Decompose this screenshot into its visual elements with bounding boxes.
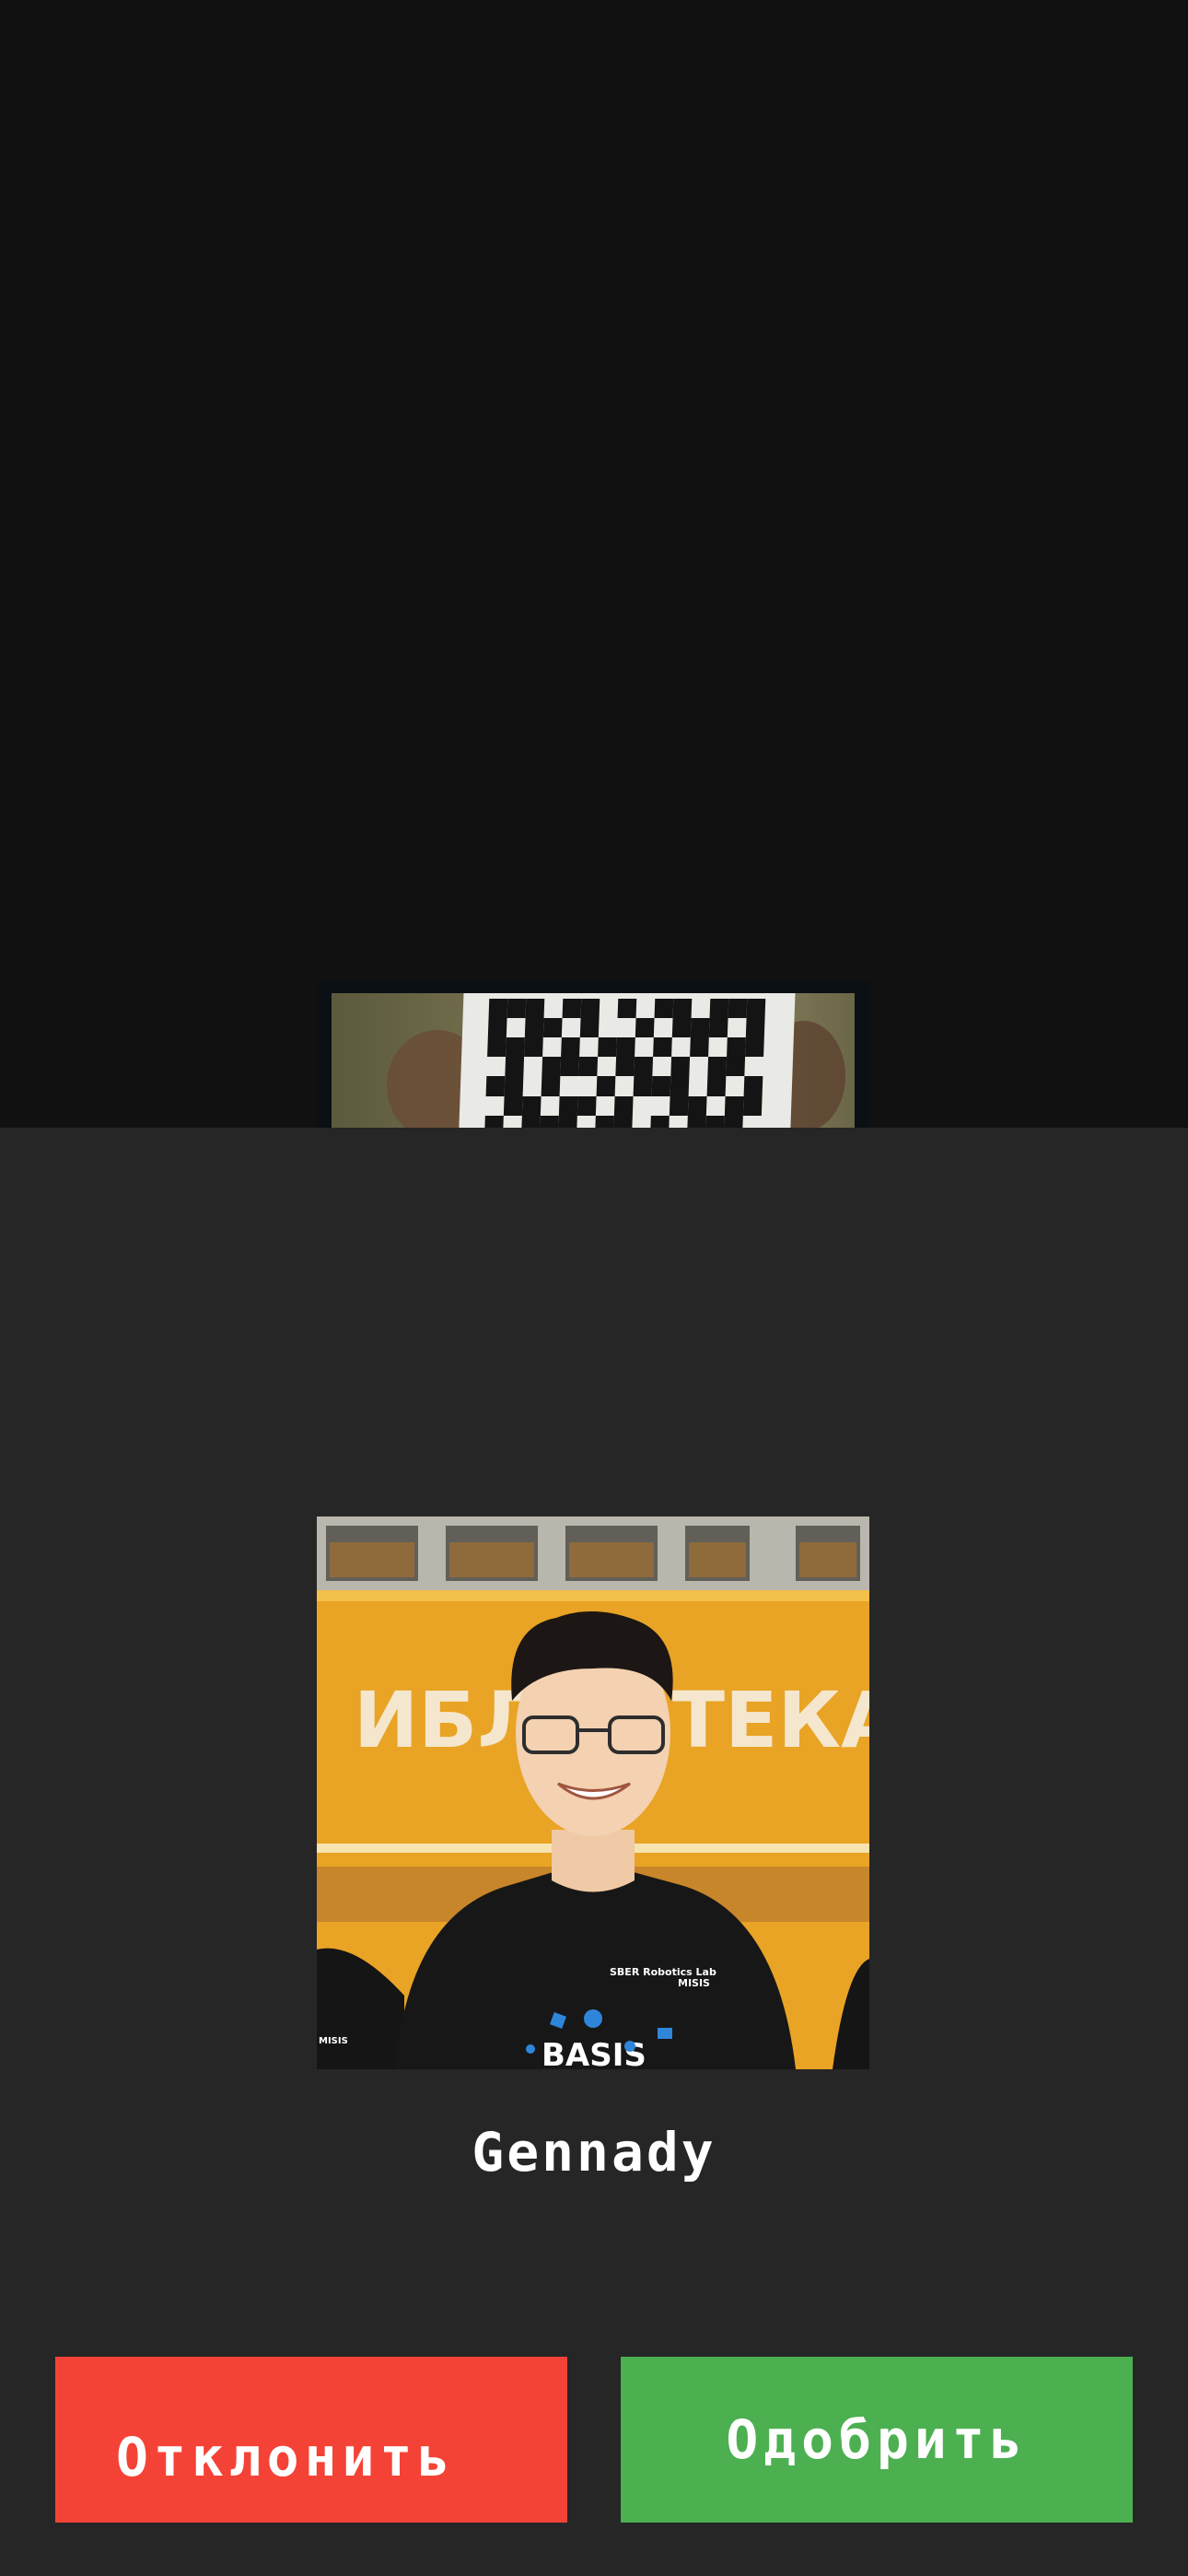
reject-button[interactable]: Отклонить xyxy=(55,2357,567,2523)
camera-view xyxy=(0,0,1188,1128)
approve-label: Одобрить xyxy=(726,2408,1028,2471)
approval-sheet: ИБЛИОТЕКА xyxy=(0,1128,1188,2576)
qr-code-icon xyxy=(457,993,796,1128)
approve-button[interactable]: Одобрить xyxy=(621,2357,1133,2523)
scan-frame xyxy=(317,980,869,1128)
profile-photo: ИБЛИОТЕКА xyxy=(317,1516,869,2069)
svg-text:MISIS: MISIS xyxy=(319,2036,348,2046)
app-screen: ИБЛИОТЕКА xyxy=(0,0,1188,2576)
user-name: Gennady xyxy=(472,2121,716,2184)
qr-preview-image xyxy=(332,993,855,1128)
svg-text:MISIS: MISIS xyxy=(678,1977,710,1989)
